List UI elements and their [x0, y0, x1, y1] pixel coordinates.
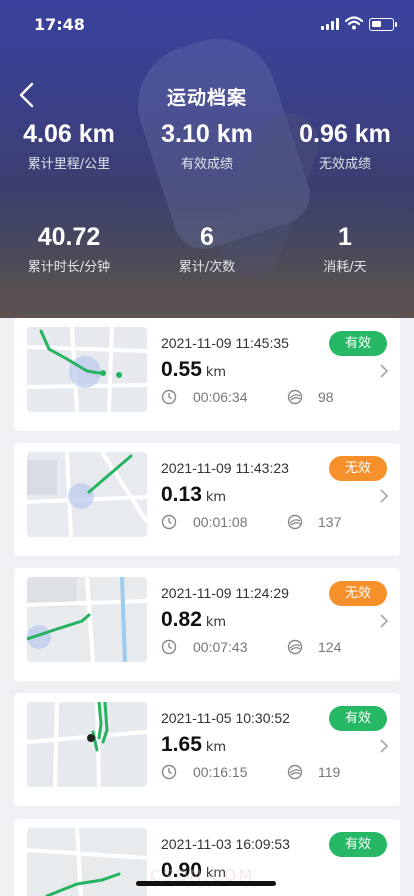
chevron-right-icon [380, 614, 389, 628]
record-count: 124 [318, 639, 342, 655]
record-list: 2021-11-09 11:45:35 有效 0.55 km 00:06:34 9… [0, 318, 414, 896]
record-datetime: 2021-11-09 11:43:23 [161, 460, 289, 476]
status-time: 17:48 [34, 15, 85, 34]
pace-icon [287, 514, 303, 530]
pace-icon [287, 389, 303, 405]
record-duration: 00:16:15 [193, 764, 248, 780]
stat-days: 1 消耗/天 [276, 223, 414, 275]
distance-value: 0.82 [161, 608, 202, 631]
stat-label: 有效成绩 [180, 157, 233, 172]
record-card[interactable]: 2021-11-09 11:43:23 无效 0.13 km 00:01:08 1… [14, 443, 400, 556]
stat-total-duration: 40.72 累计时长/分钟 [0, 223, 138, 275]
clock-icon [161, 764, 177, 780]
stat-label: 累计时长/分钟 [27, 260, 111, 275]
distance-unit: km [205, 365, 227, 380]
stat-label: 累计/次数 [178, 260, 236, 275]
route-map-thumbnail [27, 327, 147, 412]
stat-value: 40.72 [37, 223, 101, 251]
stat-value: 3.10 km [161, 120, 253, 148]
distance-value: 0.13 [161, 483, 202, 506]
stat-label: 累计里程/公里 [27, 157, 111, 172]
home-indicator[interactable] [136, 881, 276, 886]
stat-value: 1 [338, 223, 352, 251]
record-duration: 00:06:34 [193, 389, 248, 405]
record-card[interactable]: 2021-11-09 11:24:29 无效 0.82 km 00:07:43 1… [14, 568, 400, 681]
route-map-thumbnail [27, 828, 147, 896]
pace-icon [287, 764, 303, 780]
stat-value: 6 [200, 223, 214, 251]
record-count: 137 [318, 514, 342, 530]
stat-valid-distance: 3.10 km 有效成绩 [138, 120, 276, 172]
chevron-right-icon [380, 739, 389, 753]
record-distance: 0.55 km [161, 358, 226, 382]
distance-value: 0.55 [161, 358, 202, 381]
record-card[interactable]: 2021-11-05 10:30:52 有效 1.65 km 00:16:15 1… [14, 693, 400, 806]
record-datetime: 2021-11-09 11:45:35 [161, 335, 289, 351]
battery-icon [369, 18, 397, 31]
status-bar: 17:48 [0, 0, 414, 48]
record-datetime: 2021-11-09 11:24:29 [161, 585, 289, 601]
distance-unit: km [205, 740, 227, 755]
record-distance: 0.13 km [161, 483, 226, 507]
record-datetime: 2021-11-03 16:09:53 [161, 836, 290, 852]
stat-value: 0.96 km [299, 120, 391, 148]
record-distance: 0.82 km [161, 608, 226, 632]
record-count: 119 [318, 764, 341, 780]
stat-value: 4.06 km [23, 120, 115, 148]
page-title: 运动档案 [166, 87, 247, 109]
stat-total-count: 6 累计/次数 [138, 223, 276, 275]
chevron-right-icon [380, 489, 389, 503]
wifi-icon [345, 16, 363, 30]
clock-icon [161, 514, 177, 530]
record-duration: 00:07:43 [193, 639, 248, 655]
clock-icon [161, 389, 177, 405]
nav-bar: 运动档案 [0, 74, 414, 118]
route-map-thumbnail [27, 577, 147, 662]
status-badge: 有效 [329, 832, 387, 857]
clock-icon [161, 639, 177, 655]
stat-total-distance: 4.06 km 累计里程/公里 [0, 120, 138, 172]
distance-unit: km [205, 490, 227, 505]
record-card[interactable]: 2021-11-09 11:45:35 有效 0.55 km 00:06:34 9… [14, 318, 400, 431]
distance-unit: km [205, 615, 227, 630]
stat-label: 无效成绩 [318, 157, 371, 172]
record-count: 98 [318, 389, 334, 405]
route-map-thumbnail [27, 702, 147, 787]
chevron-right-icon [380, 364, 389, 378]
distance-value: 1.65 [161, 733, 202, 756]
stat-invalid-distance: 0.96 km 无效成绩 [276, 120, 414, 172]
status-badge: 无效 [329, 581, 387, 606]
pace-icon [287, 639, 303, 655]
route-map-thumbnail [27, 452, 147, 537]
cellular-signal-icon [321, 18, 339, 30]
stat-label: 消耗/天 [323, 260, 367, 275]
status-badge: 有效 [329, 331, 387, 356]
status-badge: 无效 [329, 456, 387, 481]
status-badge: 有效 [329, 706, 387, 731]
record-datetime: 2021-11-05 10:30:52 [161, 710, 290, 726]
record-duration: 00:01:08 [193, 514, 248, 530]
record-distance: 1.65 km [161, 733, 226, 757]
